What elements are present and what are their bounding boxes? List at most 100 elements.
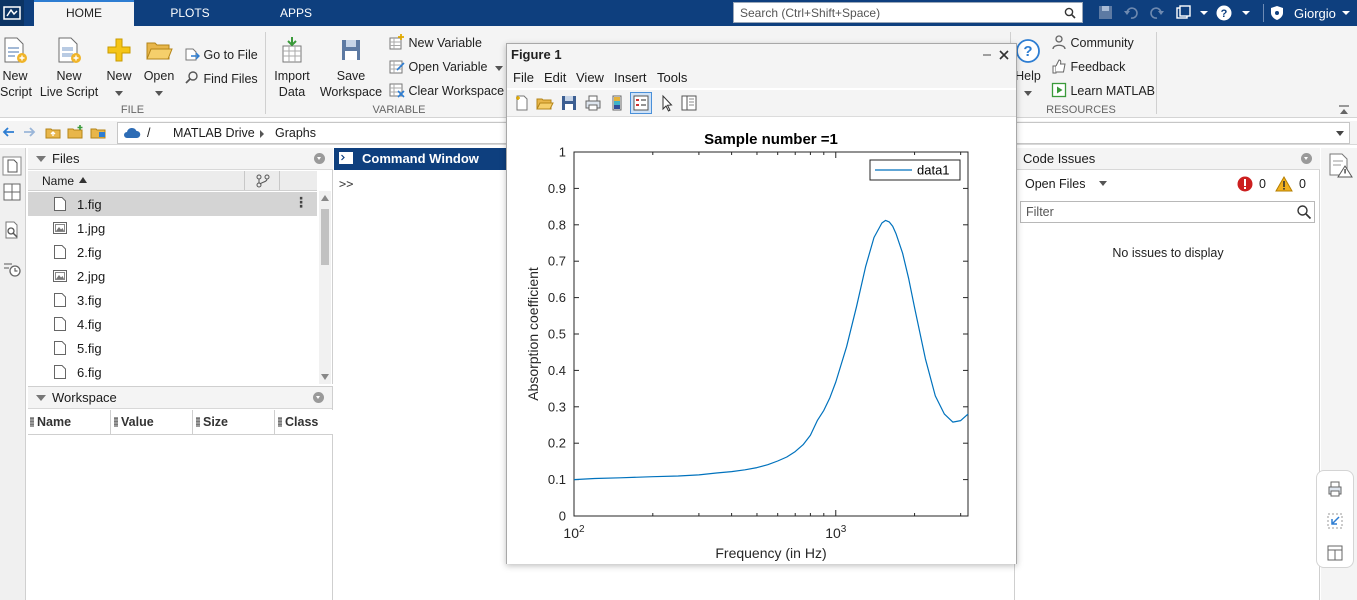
menu-insert[interactable]: Insert bbox=[614, 70, 647, 85]
tab-apps[interactable]: APPS bbox=[246, 0, 346, 26]
chevron-down-icon[interactable] bbox=[1337, 4, 1355, 22]
error-icon[interactable] bbox=[1237, 176, 1253, 192]
matlab-logo[interactable] bbox=[0, 0, 24, 26]
panel-menu-icon[interactable] bbox=[1301, 153, 1312, 164]
open-button[interactable]: Open bbox=[141, 36, 177, 100]
workspace-panel-header[interactable]: Workspace bbox=[28, 387, 332, 409]
pointer-icon[interactable] bbox=[658, 94, 676, 112]
back-icon[interactable] bbox=[1, 125, 15, 139]
files-panel-icon[interactable] bbox=[2, 156, 22, 176]
property-inspector-icon[interactable] bbox=[680, 94, 698, 112]
colorbar-icon[interactable] bbox=[608, 94, 626, 112]
search-input[interactable]: Search (Ctrl+Shift+Space) bbox=[733, 2, 1083, 23]
help-icon[interactable]: ? bbox=[1215, 4, 1233, 22]
menu-tools[interactable]: Tools bbox=[657, 70, 687, 85]
menu-view[interactable]: View bbox=[576, 70, 604, 85]
clear-workspace-button[interactable]: Clear Workspace bbox=[389, 82, 504, 98]
community-button[interactable]: Community bbox=[1051, 34, 1134, 50]
file-row[interactable]: 1.jpg bbox=[28, 216, 317, 240]
file-row[interactable]: 6.fig bbox=[28, 360, 317, 384]
ws-column-name[interactable]: Name bbox=[30, 415, 71, 429]
menu-file[interactable]: File bbox=[513, 70, 534, 85]
command-prompt[interactable]: >> bbox=[339, 177, 353, 191]
feedback-button[interactable]: Feedback bbox=[1051, 58, 1125, 74]
new-figure-icon[interactable] bbox=[513, 94, 531, 112]
save-icon[interactable] bbox=[1097, 4, 1115, 22]
scrollbar-thumb[interactable] bbox=[321, 209, 329, 265]
code-issues-header[interactable]: Code Issues bbox=[1016, 148, 1320, 170]
file-row[interactable]: 3.fig bbox=[28, 288, 317, 312]
file-row[interactable]: 2.jpg bbox=[28, 264, 317, 288]
print-icon[interactable] bbox=[1326, 480, 1344, 498]
import-data-button[interactable]: Import Data bbox=[272, 36, 312, 100]
panel-menu-icon[interactable] bbox=[314, 153, 325, 164]
close-icon[interactable] bbox=[998, 49, 1010, 61]
find-icon[interactable] bbox=[2, 220, 22, 240]
path-segment-matlab-drive[interactable]: MATLAB Drive bbox=[173, 126, 255, 140]
path-segment-graphs[interactable]: Graphs bbox=[275, 126, 316, 140]
legend-toggle-button[interactable] bbox=[630, 92, 652, 114]
dock-icon[interactable] bbox=[1326, 512, 1344, 530]
chevron-down-icon[interactable] bbox=[1237, 4, 1255, 22]
collapse-ribbon-icon[interactable] bbox=[1338, 104, 1350, 116]
collapse-triangle-icon[interactable] bbox=[36, 156, 46, 162]
window-layout-icon[interactable] bbox=[1175, 4, 1193, 22]
save-icon[interactable] bbox=[560, 94, 578, 112]
plot-axes-box bbox=[573, 151, 969, 517]
figure-window[interactable]: Figure 1 File Edit View Insert Tools 0 0.… bbox=[506, 43, 1017, 564]
workspace-panel-icon[interactable] bbox=[2, 182, 22, 202]
learn-matlab-button[interactable]: Learn MATLAB bbox=[1051, 82, 1155, 98]
new-folder-icon[interactable] bbox=[90, 124, 108, 140]
find-files-button[interactable]: Find Files bbox=[184, 70, 258, 86]
ws-column-value[interactable]: Value bbox=[114, 415, 154, 429]
files-scrollbar[interactable] bbox=[319, 191, 331, 384]
minimize-icon[interactable] bbox=[982, 52, 992, 58]
shield-icon[interactable] bbox=[1268, 4, 1286, 22]
panel-menu-icon[interactable] bbox=[313, 392, 324, 403]
collapse-triangle-icon[interactable] bbox=[36, 395, 46, 401]
source-control-icon[interactable] bbox=[256, 174, 270, 188]
layout-icon[interactable] bbox=[1326, 544, 1344, 562]
redo-icon[interactable] bbox=[1147, 4, 1165, 22]
new-script-button[interactable]: New Script bbox=[0, 36, 32, 100]
up-folder-icon[interactable] bbox=[45, 124, 61, 140]
history-icon[interactable] bbox=[2, 258, 22, 278]
scroll-down-icon[interactable] bbox=[321, 374, 329, 380]
tab-plots[interactable]: PLOTS bbox=[140, 0, 240, 26]
figure-canvas[interactable]: 0 0.1 0.2 0.3 0.4 0.5 0.6 0.7 0.8 0.9 1 102 103 Sampl… bbox=[507, 118, 1016, 564]
undo-icon[interactable] bbox=[1123, 4, 1141, 22]
go-to-file-button[interactable]: Go to File bbox=[184, 46, 258, 62]
files-panel-header[interactable]: Files bbox=[28, 148, 333, 170]
open-variable-button[interactable]: Open Variable bbox=[389, 58, 503, 74]
user-name[interactable]: Giorgio bbox=[1294, 6, 1336, 21]
file-row[interactable]: 1.fig ⋮ bbox=[28, 192, 317, 216]
file-row[interactable]: 2.fig bbox=[28, 240, 317, 264]
new-live-script-button[interactable]: New Live Script bbox=[38, 36, 100, 100]
filter-input[interactable]: Filter bbox=[1020, 201, 1315, 223]
forward-icon[interactable] bbox=[23, 125, 37, 139]
chevron-down-icon[interactable] bbox=[1195, 4, 1213, 22]
new-button[interactable]: New bbox=[103, 36, 135, 100]
save-workspace-button[interactable]: Save Workspace bbox=[319, 36, 383, 100]
file-row[interactable]: 5.fig bbox=[28, 336, 317, 360]
open-files-dropdown[interactable]: Open Files bbox=[1025, 177, 1107, 191]
ws-column-class-label: Class bbox=[285, 415, 319, 429]
file-row[interactable]: 4.fig bbox=[28, 312, 317, 336]
figure-title-bar[interactable]: Figure 1 bbox=[507, 44, 1016, 66]
tab-home[interactable]: HOME bbox=[34, 0, 134, 26]
name-column-header[interactable]: Name bbox=[42, 174, 74, 188]
chevron-down-icon[interactable] bbox=[1335, 130, 1345, 138]
warning-icon[interactable] bbox=[1275, 176, 1293, 192]
scroll-up-icon[interactable] bbox=[321, 195, 329, 201]
more-options-icon[interactable]: ⋮ bbox=[294, 195, 308, 209]
open-file-icon[interactable] bbox=[536, 94, 554, 112]
help-button[interactable]: ? Help bbox=[1014, 38, 1042, 100]
menu-edit[interactable]: Edit bbox=[544, 70, 566, 85]
ws-column-class[interactable]: Class bbox=[278, 415, 318, 429]
code-issues-panel-icon[interactable] bbox=[1327, 152, 1353, 178]
browse-folder-icon[interactable] bbox=[67, 124, 85, 140]
print-icon[interactable] bbox=[584, 94, 602, 112]
new-variable-button[interactable]: New Variable bbox=[389, 34, 482, 50]
files-panel-title: Files bbox=[52, 151, 80, 166]
ws-column-size[interactable]: Size bbox=[196, 415, 228, 429]
